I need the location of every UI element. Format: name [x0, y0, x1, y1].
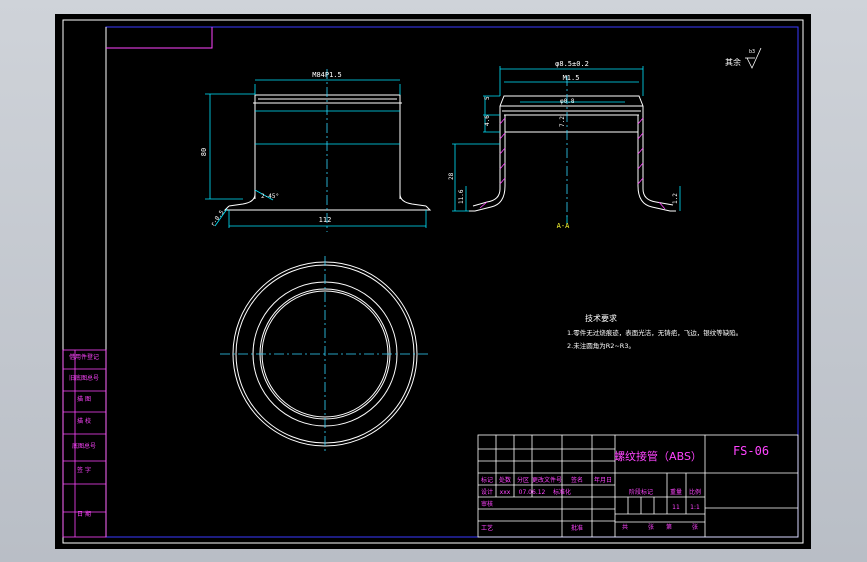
row-process: 工艺	[481, 524, 493, 532]
sheets-total-label: 共	[622, 523, 628, 531]
side-cell-0: 借用件登记	[69, 353, 99, 361]
surface-note: 其余	[725, 57, 741, 67]
scale-label: 比例	[689, 488, 701, 496]
dim-1-2: 1.2	[672, 193, 679, 204]
dim-28: 28	[448, 172, 455, 180]
dim-7-2: 7.2	[559, 116, 566, 127]
row-check: 审核	[481, 500, 493, 508]
dim-base-width: 112	[319, 216, 332, 224]
tech-req-line2: 2.未注圆角为R2~R3。	[567, 341, 635, 350]
dim-fillet: r-0.5	[210, 209, 226, 228]
hdr-date: 年月日	[594, 476, 612, 484]
dim-outer-dia: M84P1.5	[312, 71, 342, 79]
outer-frame	[62, 19, 804, 544]
hdr-count: 处数	[499, 476, 511, 484]
side-cell-1: 旧底图总号	[69, 374, 99, 382]
dim-height-left: 80	[200, 148, 208, 156]
sheets-total-unit: 张	[648, 523, 654, 531]
side-cell-4: 底图总号	[72, 442, 96, 450]
dim-thread: M1.5	[563, 74, 580, 82]
drawing-canvas[interactable]: M84P1.5 80 2-45° r-0.5 112 φ8.5±0.2 M1.5…	[55, 14, 811, 549]
weight-label: 重量	[670, 488, 682, 496]
section-label: A-A	[557, 222, 570, 230]
front-view[interactable]	[223, 94, 432, 211]
sheet-no-unit: 张	[692, 523, 698, 531]
row-approve: 批准	[571, 524, 583, 532]
tech-req-title: 技术要求	[585, 313, 617, 323]
hdr-sign: 签名	[571, 476, 583, 484]
dim-11-6: 11.6	[458, 189, 465, 204]
sheet-no-label: 第	[666, 523, 672, 531]
row-design-name: xxx	[500, 489, 511, 496]
stage-label: 阶段标记	[629, 488, 653, 496]
top-view-centerlines	[220, 256, 430, 454]
side-cell-2: 描 图	[77, 395, 91, 403]
tech-req-line1: 1.零件无过烧痕迹，表面光洁，无铸疤，飞边，银纹等缺陷。	[567, 328, 742, 337]
drawing-sheet[interactable]: M84P1.5 80 2-45° r-0.5 112 φ8.5±0.2 M1.5…	[55, 14, 811, 549]
cad-viewport: M84P1.5 80 2-45° r-0.5 112 φ8.5±0.2 M1.5…	[0, 0, 867, 562]
weight-value: 11	[672, 504, 680, 511]
front-view-dims	[205, 79, 427, 228]
drawing-number: FS-06	[733, 444, 769, 458]
hdr-change-doc: 更改文件号	[532, 476, 562, 484]
side-cell-3: 描 校	[77, 417, 91, 425]
part-name: 螺纹接管（ABS）	[614, 449, 702, 463]
row-design-date: 07.06.12	[519, 489, 546, 496]
section-dims	[452, 66, 681, 224]
dim-chamfer: 2-45°	[261, 193, 279, 200]
code-box	[106, 27, 213, 49]
scale-value: 1:1	[690, 504, 700, 511]
hdr-zone: 分区	[517, 476, 529, 484]
dim-wall: φ0.8	[560, 98, 575, 105]
dim-inner-dia: φ8.5±0.2	[555, 60, 589, 68]
row-design-label: 设计	[481, 488, 493, 496]
hdr-mark: 标记	[481, 476, 493, 484]
side-cell-6: 日 期	[77, 510, 91, 518]
roughness-value: b3	[749, 49, 755, 55]
side-cell-5: 签 字	[77, 466, 91, 474]
dim-5: 5	[484, 96, 491, 100]
dim-4-6: 4.6	[484, 115, 491, 126]
row-standardization: 标准化	[553, 488, 571, 496]
